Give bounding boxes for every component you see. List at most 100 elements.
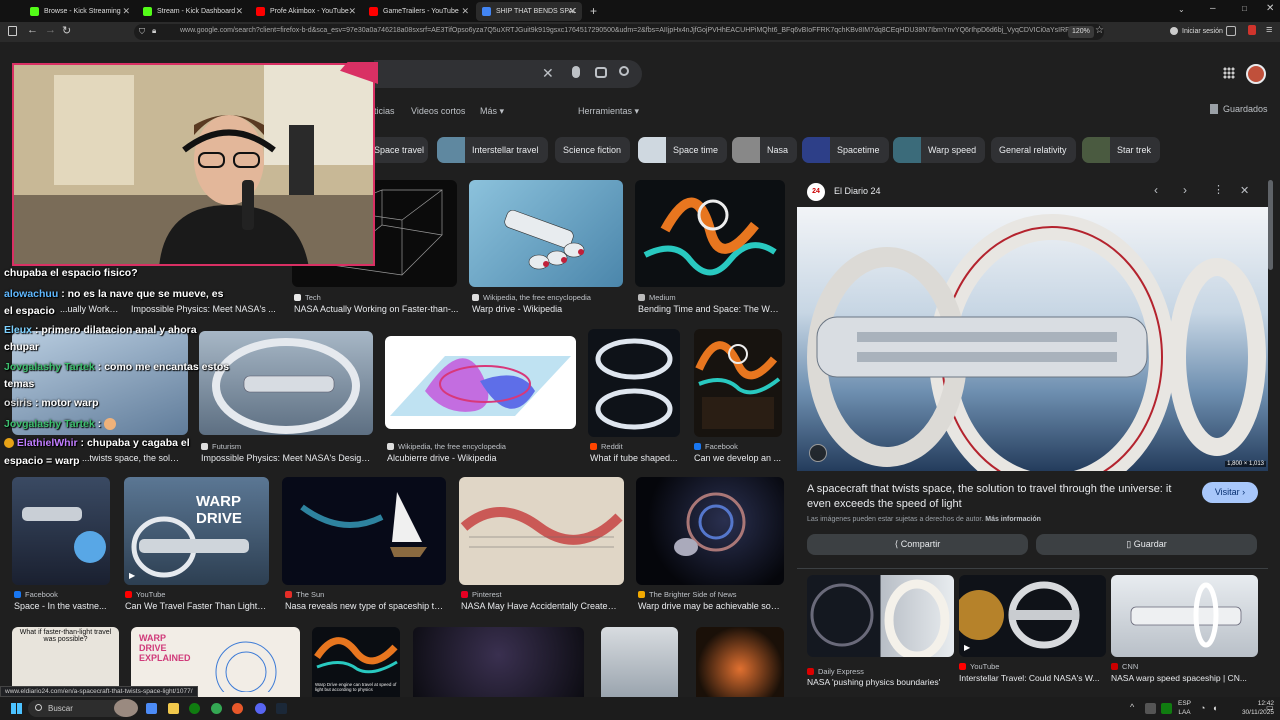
save-button[interactable]: ▯ Guardar [1036,534,1257,555]
microphone-icon[interactable] [572,66,580,78]
previous-icon[interactable]: ‹ [1154,183,1158,197]
result-image[interactable] [459,477,624,585]
visit-button[interactable]: Visitar › [1202,482,1258,503]
close-window-button[interactable]: ✕ [1266,3,1274,14]
chip-general-relativity[interactable]: General relativity [991,137,1076,163]
url-bar[interactable]: www.google.com/search?client=firefox-b-d… [134,24,1104,40]
tray-app-icon[interactable] [1145,703,1156,714]
result-caption[interactable]: Can We Travel Faster Than Light? ... [125,601,270,611]
related-caption[interactable]: NASA 'pushing physics boundaries' [807,677,954,687]
tab-youtube-akimbox[interactable]: Profe Akimbox - YouTube ✕ [250,2,362,21]
chip-space-travel[interactable]: Space travel [370,137,428,163]
minimize-button[interactable]: – [1210,3,1216,14]
search-icon[interactable] [619,66,629,76]
chip-interstellar-travel[interactable]: Interstellar travel [437,137,548,163]
related-caption[interactable]: NASA warp speed spaceship | CN... [1111,673,1258,683]
file-explorer-icon[interactable] [168,703,179,714]
more-options-icon[interactable]: ⋮ [1213,183,1224,196]
preview-image[interactable]: 1,800 × 1,013 [797,207,1268,471]
tray-overflow-icon[interactable]: ^ [1130,702,1134,712]
chip-nasa[interactable]: Nasa [732,137,798,163]
list-tabs-button[interactable]: ⌄ [1178,5,1185,14]
nav-videos-cortos[interactable]: Videos cortos [411,106,465,116]
tab-google-search[interactable]: SHIP THAT BENDS SPACE - Busc✕ [476,2,582,21]
wifi-icon[interactable]: ◔ [1200,703,1205,713]
related-image[interactable] [807,575,954,657]
close-panel-icon[interactable]: ✕ [1240,184,1249,197]
result-caption[interactable]: Bending Time and Space: The War... [638,304,783,314]
lock-icon[interactable]: 🔒︎ [152,26,156,36]
share-button[interactable]: ⟨ Compartir [807,534,1028,555]
close-icon[interactable]: ✕ [568,6,576,17]
clear-search-icon[interactable]: ✕ [542,65,554,82]
more-info-link[interactable]: Más información [985,516,1041,523]
result-caption[interactable]: Nasa reveals new type of spaceship th... [285,601,445,611]
forward-button[interactable]: → [45,24,56,36]
nav-noticias[interactable]: ticias [374,106,395,116]
tab-kick-browse[interactable]: Browse - Kick Streaming ✕ [24,2,136,21]
saved-button[interactable]: Guardados [1210,104,1268,114]
avatar[interactable] [1246,64,1266,84]
nav-herramientas[interactable]: Herramientas ▾ [578,106,639,117]
result-caption[interactable]: ...twists space, the solutio... [82,453,182,463]
menu-icon[interactable]: ≡ [1266,24,1272,36]
result-image[interactable] [282,477,446,585]
shield-icon[interactable]: ⛉ [139,27,145,37]
sidebar-icon[interactable] [8,26,17,36]
result-caption[interactable]: Warp drive - Wikipedia [472,304,627,314]
reload-button[interactable]: ↻ [62,24,71,37]
chip-science-fiction[interactable]: Science fiction [555,137,631,163]
chrome-icon[interactable] [211,703,222,714]
close-icon[interactable]: ✕ [461,6,469,17]
windows-start-icon[interactable] [11,703,22,714]
result-image[interactable] [636,477,784,585]
language-indicator[interactable]: ESP LAA [1178,699,1191,717]
task-view-icon[interactable] [146,703,157,714]
extensions-icon[interactable] [1226,26,1236,36]
result-caption[interactable]: NASA Actually Working on Faster-than-... [294,304,459,314]
notification-icon[interactable]: ▭ [1266,703,1274,712]
steam-icon[interactable] [276,703,287,714]
chip-spacetime[interactable]: Spacetime [802,137,889,163]
result-image[interactable]: Warp Drive engine can travel at speed of… [312,627,400,697]
maximize-button[interactable]: □ [1242,4,1247,13]
chip-warp-speed[interactable]: Warp speed [893,137,986,163]
nav-mas[interactable]: Más ▾ [480,106,504,117]
result-image[interactable] [413,627,584,697]
close-icon[interactable]: ✕ [235,6,243,17]
result-image[interactable] [469,180,623,287]
chip-space-time[interactable]: Space time [638,137,728,163]
tab-kick-dashboard[interactable]: Stream - Kick Dashboard ✕ [137,2,249,21]
volume-icon[interactable]: ◖ [1212,703,1217,713]
xbox-icon[interactable] [189,703,200,714]
result-caption[interactable]: What if tube shaped... [590,453,680,463]
result-caption[interactable]: NASA May Have Accidentally Created ... [461,601,621,611]
result-image[interactable] [635,180,785,287]
result-image[interactable] [199,331,373,435]
result-caption[interactable]: Warp drive may be achievable soo... [638,601,783,611]
zoom-level[interactable]: 120% [1068,26,1094,38]
search-highlight-icon[interactable] [114,699,138,717]
result-caption[interactable]: Space - In the vastne... [14,601,110,611]
result-image[interactable]: WARP DRIVE ▶ [124,477,269,585]
related-image[interactable]: ▶ [959,575,1106,657]
result-caption[interactable]: ...ually Working... [60,304,120,314]
result-image[interactable] [385,336,576,429]
result-image[interactable] [696,627,784,697]
new-tab-button[interactable]: + [590,4,597,18]
result-image[interactable] [601,627,678,697]
result-image[interactable] [694,329,782,437]
panel-site-name[interactable]: El Diario 24 [834,186,881,196]
result-caption[interactable]: Alcubierre drive - Wikipedia [387,453,577,463]
camera-search-icon[interactable] [595,67,607,78]
result-caption[interactable]: Can we develop an ... [694,453,782,463]
tray-xbox-icon[interactable] [1161,703,1172,714]
close-icon[interactable]: ✕ [348,6,356,17]
result-image[interactable] [12,477,110,585]
bookmark-star-icon[interactable]: ☆ [1095,25,1104,36]
firefox-icon[interactable] [232,703,243,714]
result-image[interactable] [588,329,680,437]
next-icon[interactable]: › [1183,183,1187,197]
sign-in-button[interactable]: Iniciar sesión [1170,27,1223,35]
apps-grid-icon[interactable] [1223,67,1235,79]
